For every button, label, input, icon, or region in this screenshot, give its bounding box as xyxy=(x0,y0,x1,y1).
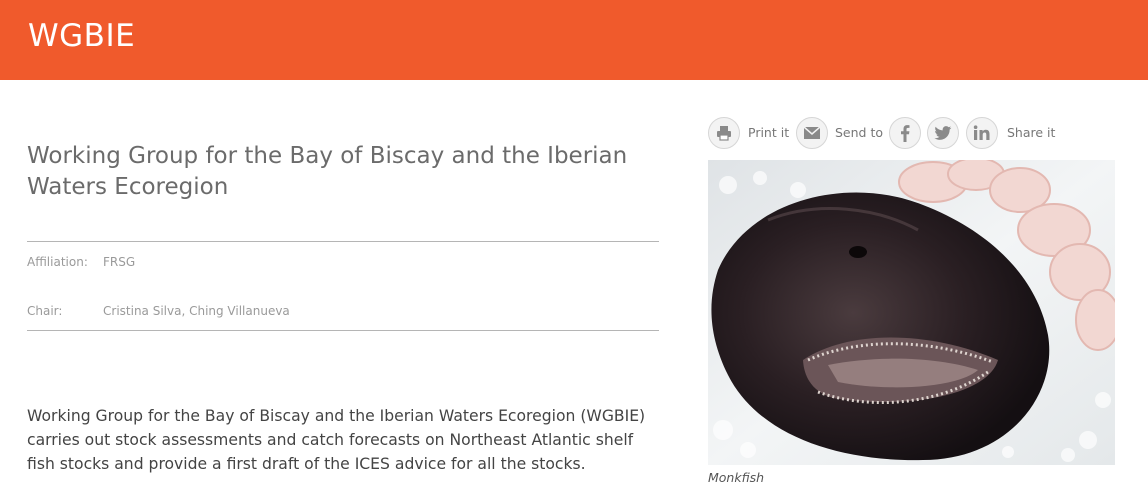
linkedin-icon xyxy=(973,125,991,141)
print-button[interactable] xyxy=(708,117,740,149)
monkfish-photo xyxy=(708,160,1115,465)
twitter-icon xyxy=(934,125,952,141)
facebook-icon xyxy=(898,124,912,142)
facebook-button[interactable] xyxy=(889,117,921,149)
group-description: Working Group for the Bay of Biscay and … xyxy=(27,407,646,473)
envelope-icon xyxy=(803,126,821,140)
affiliation-label: Affiliation: xyxy=(27,255,88,269)
monkfish-image xyxy=(708,160,1115,465)
twitter-button[interactable] xyxy=(927,117,959,149)
affiliation-value: FRSG xyxy=(103,255,136,269)
page-title: Working Group for the Bay of Biscay and … xyxy=(27,143,628,200)
meta-divider-bottom xyxy=(27,330,659,331)
chair-value: Cristina Silva, Ching Villanueva xyxy=(103,304,290,318)
share-link[interactable]: Share it xyxy=(1007,125,1055,140)
photo-caption: Monkfish xyxy=(708,470,765,485)
printer-icon xyxy=(715,124,733,142)
print-link[interactable]: Print it xyxy=(748,125,789,140)
send-button[interactable] xyxy=(796,117,828,149)
meta-divider-top xyxy=(27,241,659,242)
linkedin-button[interactable] xyxy=(966,117,998,149)
send-link[interactable]: Send to xyxy=(835,125,883,140)
chair-label: Chair: xyxy=(27,304,63,318)
top-banner: WGBIE xyxy=(0,0,1148,80)
share-bar: Print it Send to Share it xyxy=(708,117,1128,149)
banner-title: WGBIE xyxy=(28,18,136,54)
